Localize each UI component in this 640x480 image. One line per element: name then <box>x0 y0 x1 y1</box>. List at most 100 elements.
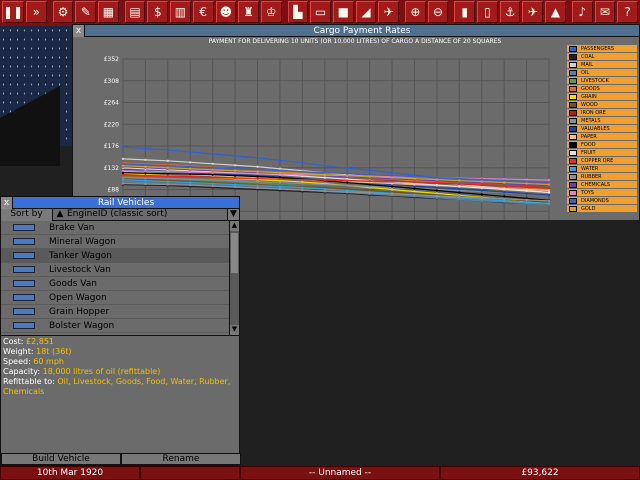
data-point <box>121 174 125 177</box>
data-point <box>413 177 416 180</box>
legend-item[interactable]: LIVESTOCK <box>567 77 637 85</box>
scroll-down-icon[interactable]: ▼ <box>230 325 239 335</box>
wagon-icon <box>13 238 35 245</box>
data-point <box>233 164 237 167</box>
legend-item[interactable]: RUBBER <box>567 173 637 181</box>
data-point <box>256 170 259 173</box>
data-point <box>502 197 506 201</box>
build-vehicle-button[interactable]: Build Vehicle <box>1 453 121 465</box>
data-point <box>233 171 237 175</box>
legend-item[interactable]: MAIL <box>567 61 637 69</box>
legend-item[interactable]: PASSENGERS <box>567 45 637 53</box>
legend-item[interactable]: IRON ORE <box>567 109 637 117</box>
list-item[interactable]: Open Wagon <box>1 291 239 305</box>
airport-build-icon[interactable]: ✈ <box>522 1 544 23</box>
town-icon[interactable]: ▤ <box>124 1 146 23</box>
legend-item[interactable]: WOOD <box>567 101 637 109</box>
rail-build-icon[interactable]: ▮ <box>454 1 476 23</box>
legend-label: GOODS <box>581 85 600 92</box>
train-icon[interactable]: ▭ <box>310 1 331 23</box>
legend-item[interactable]: PAPER <box>567 133 637 141</box>
data-point <box>301 172 304 175</box>
data-point <box>547 178 551 182</box>
legend-item[interactable]: FRUIT <box>567 149 637 157</box>
finance-icon[interactable]: € <box>192 1 214 23</box>
data-point <box>233 174 237 177</box>
sort-criteria-select[interactable]: EngineID (classic sort) <box>67 209 227 220</box>
data-point <box>278 171 282 174</box>
legend-item[interactable]: METALS <box>567 117 637 125</box>
data-point <box>502 181 506 184</box>
list-item[interactable]: Brake Van <box>1 221 239 235</box>
company-icon[interactable]: ☻ <box>215 1 237 23</box>
list-item[interactable]: Mineral Wagon <box>1 235 239 249</box>
station-icon[interactable]: ▥ <box>170 1 191 23</box>
y-tick-label: £308 <box>104 78 119 85</box>
legend-label: PASSENGERS <box>581 45 615 52</box>
data-point <box>368 179 371 183</box>
list-item[interactable]: Livestock Van <box>1 263 239 277</box>
subsidy-icon[interactable]: $ <box>147 1 169 23</box>
news-icon[interactable]: ✉ <box>594 1 616 23</box>
legend-item[interactable]: CHEMICALS <box>567 181 637 189</box>
data-point <box>480 186 483 190</box>
legend-item[interactable]: COAL <box>567 53 637 61</box>
legend-item[interactable]: DIAMONDS <box>567 197 637 205</box>
rename-button[interactable]: Rename <box>121 453 241 465</box>
vehicle-list-scrollbar[interactable]: ▲ ▼ <box>229 221 239 335</box>
list-item[interactable]: Grain Hopper <box>1 305 239 319</box>
close-icon[interactable]: x <box>1 196 13 209</box>
graph-icon[interactable]: ♜ <box>238 1 259 23</box>
help-icon[interactable]: ? <box>617 1 638 23</box>
league-icon[interactable]: ♔ <box>260 1 282 23</box>
settings-icon[interactable]: ⚙ <box>52 1 74 23</box>
chevron-down-icon[interactable]: ▼ <box>227 209 239 220</box>
save-icon[interactable]: ✎ <box>75 1 97 23</box>
legend-item[interactable]: TOYS <box>567 189 637 197</box>
data-point <box>278 185 282 188</box>
list-item[interactable]: Tanker Wagon <box>1 249 239 263</box>
data-point <box>480 189 483 192</box>
legend-item[interactable]: GOODS <box>567 85 637 93</box>
data-point <box>323 183 326 186</box>
sort-direction-icon[interactable]: ▲ <box>53 209 67 220</box>
data-point <box>323 178 326 182</box>
fast-forward-icon[interactable]: » <box>26 1 47 23</box>
legend-item[interactable]: WATER <box>567 165 637 173</box>
music-icon[interactable]: ♪ <box>571 1 593 23</box>
zoom-out-icon[interactable]: ⊖ <box>427 1 449 23</box>
pause-icon[interactable]: ❚❚ <box>2 1 24 23</box>
legend-item[interactable]: GRAIN <box>567 93 637 101</box>
data-point <box>525 198 528 202</box>
data-point <box>166 183 170 186</box>
sort-by-button[interactable]: Sort by <box>1 209 53 221</box>
legend-item[interactable]: GOLD <box>567 205 637 213</box>
ship-icon[interactable]: ◢ <box>355 1 377 23</box>
scroll-thumb[interactable] <box>231 233 238 273</box>
weight-label: Weight: <box>3 347 34 356</box>
landscape-icon[interactable]: ▲ <box>545 1 566 23</box>
data-point <box>121 182 125 185</box>
close-icon[interactable]: x <box>73 24 85 37</box>
legend-item[interactable]: OIL <box>567 69 637 77</box>
data-point <box>502 190 506 194</box>
scroll-up-icon[interactable]: ▲ <box>230 221 239 231</box>
map-icon[interactable]: ▦ <box>98 1 119 23</box>
cargo-window-titlebar[interactable]: x Cargo Payment Rates <box>73 24 639 37</box>
vehicle-name: Brake Van <box>49 222 95 233</box>
list-item[interactable]: Bolster Wagon <box>1 319 239 333</box>
zoom-in-icon[interactable]: ⊕ <box>405 1 426 23</box>
aircraft-icon[interactable]: ✈ <box>378 1 399 23</box>
legend-item[interactable]: FOOD <box>567 141 637 149</box>
rail-window-titlebar[interactable]: x Rail Vehicles <box>1 196 239 209</box>
industry-icon[interactable]: ▙ <box>287 1 309 23</box>
list-item[interactable]: Goods Van <box>1 277 239 291</box>
road-vehicle-icon[interactable]: ■ <box>332 1 354 23</box>
legend-item[interactable]: VALUABLES <box>567 125 637 133</box>
legend-item[interactable]: COPPER ORE <box>567 157 637 165</box>
legend-swatch <box>569 149 577 156</box>
dock-build-icon[interactable]: ⚓ <box>499 1 521 23</box>
data-point <box>301 161 304 165</box>
road-build-icon[interactable]: ▯ <box>477 1 498 23</box>
data-point <box>121 145 125 149</box>
